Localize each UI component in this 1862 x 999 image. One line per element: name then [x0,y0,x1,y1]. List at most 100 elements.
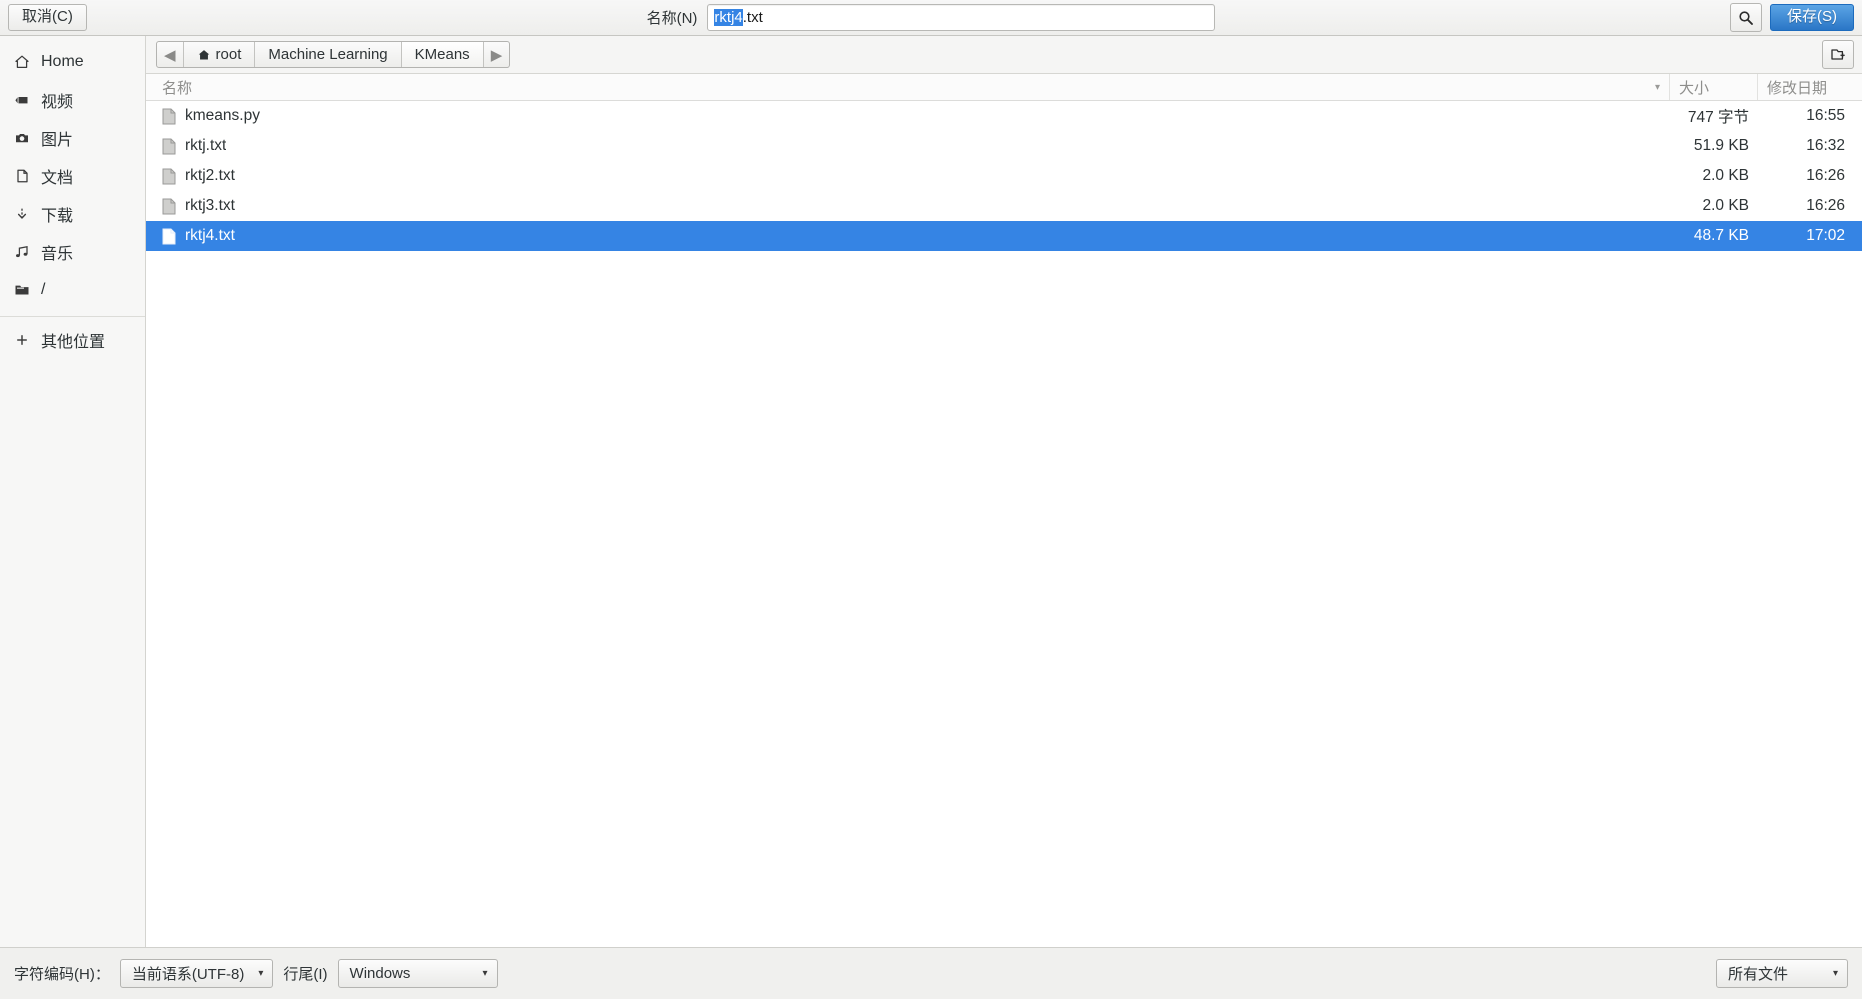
filename-selected-text: rktj4 [714,9,742,26]
sidebar-item-root[interactable]: / [0,271,145,309]
file-size-cell: 51.9 KB [1670,137,1758,155]
file-filter-dropdown[interactable]: 所有文件 ▾ [1716,959,1848,988]
sidebar-item-label: 视频 [41,88,73,112]
sidebar-item-other-locations[interactable]: 其他位置 [0,321,145,359]
encoding-label: 字符编码(H)： [14,963,110,984]
table-row[interactable]: rktj.txt 51.9 KB16:32 [146,131,1862,161]
file-date-cell: 17:02 [1758,227,1862,245]
new-folder-button[interactable] [1822,40,1854,69]
column-header-date[interactable]: 修改日期 [1758,74,1862,100]
file-size-cell: 2.0 KB [1670,167,1758,185]
line-ending-label: 行尾(I) [283,963,327,984]
chevron-down-icon: ▾ [1833,968,1838,979]
cancel-button[interactable]: 取消(C) [8,4,87,31]
file-name-label: rktj.txt [185,137,226,155]
file-name-label: kmeans.py [185,107,260,125]
file-date-cell: 16:26 [1758,197,1862,215]
file-browser: ◀ root Machine Learning KMeans ▶ [146,36,1862,947]
column-header-size[interactable]: 大小 [1670,74,1758,100]
sidebar-item-pictures[interactable]: 图片 [0,119,145,157]
file-name-label: rktj3.txt [185,197,235,215]
file-date-cell: 16:55 [1758,107,1862,125]
filename-label: 名称(N) [647,7,698,28]
save-file-dialog: 取消(C) 名称(N) rktj4.txt 保存(S) [0,0,1862,999]
file-date-cell: 16:26 [1758,167,1862,185]
breadcrumb-forward-button[interactable]: ▶ [484,42,510,67]
footer-right: 所有文件 ▾ [1716,959,1848,988]
sidebar-item-videos[interactable]: 视频 [0,81,145,119]
music-icon [13,244,30,261]
save-button[interactable]: 保存(S) [1770,4,1854,31]
sidebar-item-label: Home [41,53,84,71]
breadcrumb-back-button[interactable]: ◀ [157,42,184,67]
download-icon [13,206,30,223]
search-button[interactable] [1730,3,1762,32]
filename-row: 名称(N) rktj4.txt [0,4,1862,31]
sidebar-item-downloads[interactable]: 下载 [0,195,145,233]
sidebar-item-label: 音乐 [41,240,73,264]
column-header-label: 名称 [162,77,192,98]
encoding-dropdown[interactable]: 当前语系(UTF-8) ▾ [120,959,274,988]
header-actions: 保存(S) [1730,3,1854,32]
sidebar-item-music[interactable]: 音乐 [0,233,145,271]
sidebar-item-label: / [41,281,45,299]
file-icon [162,108,176,125]
breadcrumb-label: Machine Learning [268,46,387,63]
file-name-label: rktj4.txt [185,227,235,245]
sidebar-item-label: 图片 [41,126,73,150]
video-icon [13,92,30,109]
table-row[interactable]: rktj2.txt 2.0 KB16:26 [146,161,1862,191]
file-filter-value: 所有文件 [1728,963,1788,984]
home-icon [13,54,30,71]
home-icon [197,48,211,62]
file-size-cell: 48.7 KB [1670,227,1758,245]
breadcrumb-item-kmeans[interactable]: KMeans [402,42,484,67]
breadcrumb-label: KMeans [415,46,470,63]
chevron-down-icon: ▾ [258,968,263,979]
sidebar-item-home[interactable]: Home [0,43,145,81]
file-name-cell: rktj.txt [146,137,1670,155]
folder-icon [13,282,30,299]
encoding-value: 当前语系(UTF-8) [132,963,245,984]
file-name-cell: kmeans.py [146,107,1670,125]
file-icon [162,168,176,185]
file-icon [162,198,176,215]
file-size-cell: 2.0 KB [1670,197,1758,215]
file-name-cell: rktj2.txt [146,167,1670,185]
path-bar-row: ◀ root Machine Learning KMeans ▶ [146,36,1862,74]
camera-icon [13,130,30,147]
line-ending-value: Windows [350,965,411,982]
chevron-down-icon: ▾ [1655,82,1660,93]
dialog-body: Home 视频 图片 [0,36,1862,947]
places-sidebar: Home 视频 图片 [0,36,146,947]
table-row[interactable]: rktj4.txt 48.7 KB17:02 [146,221,1862,251]
filename-input[interactable]: rktj4.txt [707,4,1215,31]
sidebar-item-label: 下载 [41,202,73,226]
file-size-cell: 747 字节 [1670,105,1758,127]
sidebar-item-documents[interactable]: 文档 [0,157,145,195]
breadcrumb-item-machine-learning[interactable]: Machine Learning [255,42,401,67]
file-list[interactable]: kmeans.py 747 字节16:55 rktj.txt 51.9 KB16:32… [146,101,1862,947]
chevron-down-icon: ▾ [483,968,488,979]
breadcrumb: ◀ root Machine Learning KMeans ▶ [156,41,510,68]
file-name-cell: rktj4.txt [146,227,1670,245]
new-folder-icon [1830,46,1847,63]
search-icon [1738,10,1754,26]
plus-icon [13,332,30,349]
sidebar-item-label: 文档 [41,164,73,188]
table-row[interactable]: rktj3.txt 2.0 KB16:26 [146,191,1862,221]
column-header-name[interactable]: 名称 ▾ [146,74,1670,100]
document-icon [13,168,30,185]
file-icon [162,228,176,245]
line-ending-dropdown[interactable]: Windows ▾ [338,959,498,988]
table-row[interactable]: kmeans.py 747 字节16:55 [146,101,1862,131]
file-name-label: rktj2.txt [185,167,235,185]
breadcrumb-item-root[interactable]: root [184,42,256,67]
dialog-header-bar: 取消(C) 名称(N) rktj4.txt 保存(S) [0,0,1862,36]
dialog-footer: 字符编码(H)： 当前语系(UTF-8) ▾ 行尾(I) Windows ▾ 所… [0,947,1862,999]
filename-extension-text: .txt [743,9,763,26]
file-name-cell: rktj3.txt [146,197,1670,215]
sidebar-item-label: 其他位置 [41,328,105,352]
breadcrumb-label: root [216,46,242,63]
file-date-cell: 16:32 [1758,137,1862,155]
